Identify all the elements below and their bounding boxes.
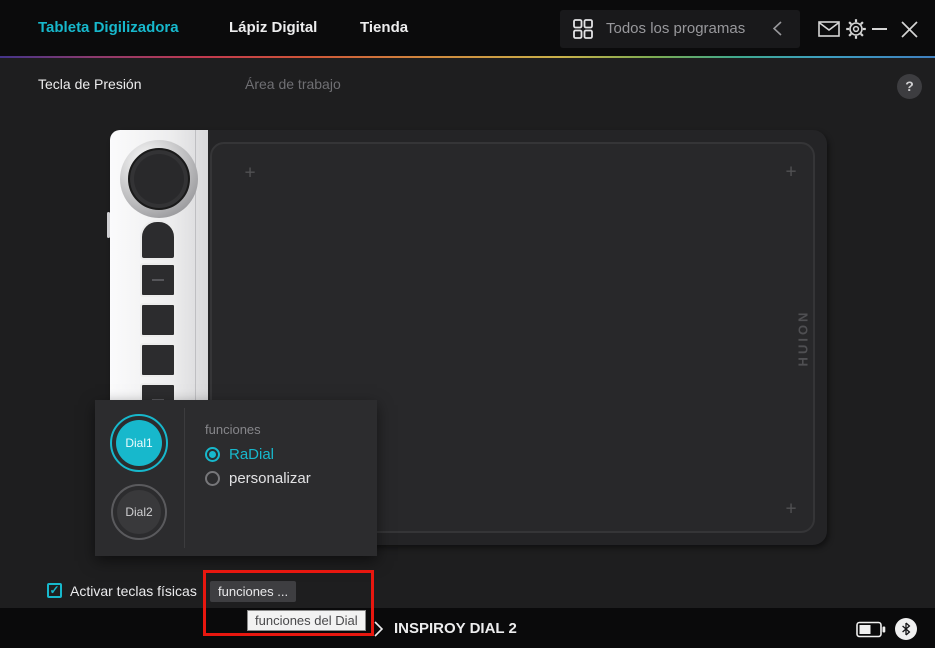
tab-working-area[interactable]: Área de trabajo (245, 76, 341, 92)
crosshair-top-left-icon: + (244, 164, 255, 183)
functions-tooltip: funciones del Dial (247, 610, 366, 631)
help-icon[interactable]: ? (897, 74, 922, 99)
enable-press-keys-label: Activar teclas físicas (70, 583, 197, 599)
chevron-left-icon[interactable] (773, 21, 782, 36)
apps-grid-icon (572, 18, 594, 40)
huion-brand-logo: HUION (796, 310, 811, 367)
all-programs-selector[interactable]: Todos los programas (560, 10, 800, 48)
radio-unselected-icon (205, 471, 220, 486)
tablet-dial-knob[interactable] (120, 140, 198, 218)
radio-personalizar-label: personalizar (229, 470, 311, 487)
chevron-right-icon[interactable] (374, 621, 383, 637)
nav-item-tablet[interactable]: Tableta Digilizadora (38, 19, 179, 36)
dial-settings-popup: Dial1 Dial2 funciones RaDial personaliza… (95, 400, 377, 556)
dial-knob-surface (128, 148, 190, 210)
tablet-express-key-4[interactable] (140, 343, 176, 377)
header-bar: Tableta Digilizadora Lápiz Digital Tiend… (0, 0, 935, 58)
functions-label: funciones (205, 422, 261, 437)
dial2-button[interactable]: Dial2 (111, 484, 167, 540)
nav-item-digital-pen[interactable]: Lápiz Digital (229, 19, 317, 36)
close-icon[interactable] (901, 21, 918, 38)
dial1-label: Dial1 (116, 420, 162, 466)
minimize-icon[interactable] (872, 28, 887, 30)
tab-press-key[interactable]: Tecla de Presión (38, 76, 142, 92)
tablet-express-key-2[interactable] (140, 263, 176, 297)
bluetooth-icon[interactable] (895, 618, 917, 640)
status-bar: INSPIROY DIAL 2 (0, 608, 935, 648)
crosshair-top-right-icon: + (785, 163, 796, 182)
battery-icon (856, 621, 886, 638)
radio-radial-label: RaDial (229, 446, 274, 463)
app-window: Tableta Digilizadora Lápiz Digital Tiend… (0, 0, 935, 648)
settings-gear-icon[interactable] (845, 18, 867, 40)
key-dash-mark (152, 279, 164, 281)
tablet-express-key-3[interactable] (140, 303, 176, 337)
tablet-side-notch (107, 212, 110, 238)
dial1-button[interactable]: Dial1 (110, 414, 168, 472)
dial2-label: Dial2 (117, 490, 161, 534)
device-name[interactable]: INSPIROY DIAL 2 (394, 620, 517, 637)
all-programs-label: Todos los programas (606, 20, 745, 37)
radio-selected-icon (205, 447, 220, 462)
enable-press-keys-checkbox[interactable]: ✓ (47, 583, 62, 598)
radio-option-personalizar[interactable]: personalizar (205, 470, 311, 487)
tablet-express-key-1[interactable] (140, 220, 176, 260)
radio-option-radial[interactable]: RaDial (205, 446, 274, 463)
rainbow-divider (0, 56, 935, 58)
nav-item-store[interactable]: Tienda (360, 19, 408, 36)
crosshair-bottom-right-icon: + (785, 500, 796, 519)
mail-icon[interactable] (818, 21, 840, 37)
popup-divider (184, 408, 185, 548)
